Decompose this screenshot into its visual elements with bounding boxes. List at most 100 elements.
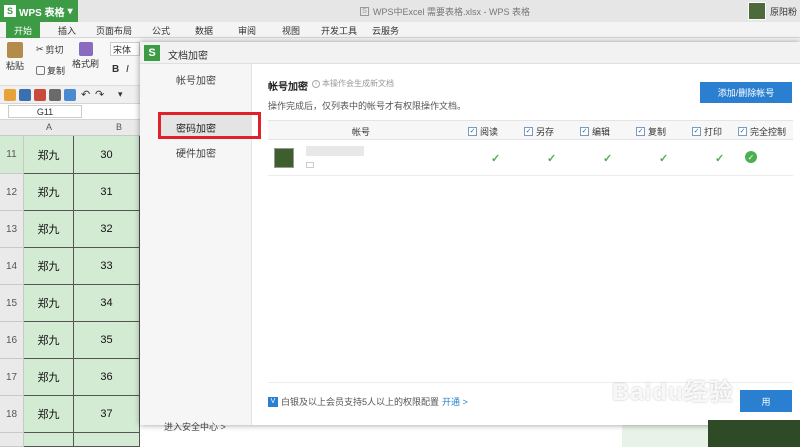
sidebar-item-account-encryption[interactable]: 帐号加密 bbox=[176, 72, 216, 87]
section-hint-text: 本操作会生成新文档 bbox=[322, 79, 394, 88]
document-encryption-dialog: S 文档加密 帐号加密 密码加密 硬件加密 进入安全中心 > 帐号加密 i 本操… bbox=[140, 42, 800, 432]
column-copy[interactable]: ✓ 复制 bbox=[636, 125, 666, 138]
undo-icon[interactable]: ↶ bbox=[81, 88, 90, 101]
read-check-icon[interactable]: ✓ bbox=[491, 152, 500, 165]
preview-icon[interactable] bbox=[64, 89, 76, 101]
column-b-header[interactable]: B bbox=[116, 122, 122, 132]
avatar[interactable] bbox=[748, 2, 766, 20]
row-header[interactable]: 15 bbox=[0, 285, 24, 322]
tab-cloud[interactable]: 云服务 bbox=[372, 24, 399, 37]
column-full-control-label: 完全控制 bbox=[750, 127, 787, 137]
row-header[interactable]: 13 bbox=[0, 211, 24, 248]
cell[interactable]: 30 bbox=[74, 136, 140, 174]
scissors-icon: ✂ bbox=[36, 44, 44, 54]
cell[interactable]: 34 bbox=[74, 285, 140, 322]
full-control-check-icon[interactable]: ✓ bbox=[745, 151, 757, 163]
edit-checkbox[interactable]: ✓ bbox=[580, 127, 589, 136]
bold-button[interactable]: B bbox=[112, 64, 119, 75]
cell[interactable] bbox=[24, 433, 74, 447]
save-icon[interactable] bbox=[19, 89, 31, 101]
cell[interactable]: 郑九 bbox=[24, 136, 74, 174]
user-area[interactable]: 原阳粉 bbox=[748, 2, 797, 20]
apply-button[interactable]: 用 bbox=[740, 390, 792, 412]
print-check-icon[interactable]: ✓ bbox=[715, 152, 724, 165]
row-header[interactable]: 17 bbox=[0, 359, 24, 396]
format-painter-label: 格式刷 bbox=[72, 59, 100, 69]
cell[interactable] bbox=[74, 433, 140, 447]
section-hint: i 本操作会生成新文档 bbox=[312, 78, 394, 89]
cell[interactable]: 郑九 bbox=[24, 211, 74, 248]
tab-insert[interactable]: 插入 bbox=[58, 24, 76, 37]
font-select[interactable]: 宋体 bbox=[110, 42, 140, 56]
cell-reference-box[interactable]: G11 bbox=[8, 105, 82, 118]
cell[interactable]: 郑九 bbox=[24, 174, 74, 211]
print-icon[interactable] bbox=[49, 89, 61, 101]
column-edit[interactable]: ✓ 编辑 bbox=[580, 125, 610, 138]
info-icon: i bbox=[312, 79, 320, 88]
column-full-control[interactable]: ✓ 完全控制 bbox=[738, 125, 786, 138]
cell[interactable]: 郑九 bbox=[24, 396, 74, 433]
tab-developer[interactable]: 开发工具 bbox=[321, 24, 357, 37]
copy-checkbox[interactable]: ✓ bbox=[636, 127, 645, 136]
copy-icon bbox=[36, 66, 45, 75]
cell[interactable]: 郑九 bbox=[24, 248, 74, 285]
cell[interactable]: 郑九 bbox=[24, 322, 74, 359]
column-read-label: 阅读 bbox=[480, 127, 499, 137]
print-checkbox[interactable]: ✓ bbox=[692, 127, 701, 136]
cell[interactable]: 35 bbox=[74, 322, 140, 359]
copy-label: 复制 bbox=[47, 66, 66, 76]
cut-button[interactable]: ✂ 剪切 bbox=[36, 43, 64, 56]
paste-button[interactable]: 粘贴 bbox=[6, 42, 24, 72]
customize-icon[interactable]: ▾ bbox=[118, 89, 123, 100]
row-header[interactable]: 16 bbox=[0, 322, 24, 359]
row-header[interactable] bbox=[0, 433, 24, 447]
tab-view[interactable]: 视图 bbox=[282, 24, 300, 37]
activate-link[interactable]: 开通 > bbox=[442, 395, 468, 408]
cut-label: 剪切 bbox=[45, 45, 64, 55]
full-control-checkbox[interactable]: ✓ bbox=[738, 127, 747, 136]
row-header[interactable]: 18 bbox=[0, 396, 24, 433]
column-a-header[interactable]: A bbox=[46, 122, 52, 132]
sidebar-item-hardware-encryption[interactable]: 硬件加密 bbox=[176, 145, 216, 160]
cell[interactable]: 32 bbox=[74, 211, 140, 248]
tab-data[interactable]: 数据 bbox=[195, 24, 213, 37]
cell[interactable]: 36 bbox=[74, 359, 140, 396]
add-remove-account-button[interactable]: 添加/删除帐号 bbox=[700, 82, 792, 103]
cell[interactable]: 37 bbox=[74, 396, 140, 433]
cell[interactable]: 郑九 bbox=[24, 359, 74, 396]
account-name-redacted bbox=[306, 146, 364, 156]
avatar bbox=[274, 148, 294, 168]
pdf-icon[interactable] bbox=[34, 89, 46, 101]
read-checkbox[interactable]: ✓ bbox=[468, 127, 477, 136]
tab-page-layout[interactable]: 页面布局 bbox=[96, 24, 132, 37]
copy-button[interactable]: 复制 bbox=[36, 64, 65, 77]
cell[interactable]: 郑九 bbox=[24, 285, 74, 322]
column-save-as[interactable]: ✓ 另存 bbox=[524, 125, 554, 138]
baidu-watermark: Baidu经验 bbox=[612, 379, 734, 406]
row-header[interactable]: 14 bbox=[0, 248, 24, 285]
row-header[interactable]: 12 bbox=[0, 174, 24, 211]
open-icon[interactable] bbox=[4, 89, 16, 101]
copy-check-icon[interactable]: ✓ bbox=[659, 152, 668, 165]
redo-icon[interactable]: ↷ bbox=[95, 88, 104, 101]
table-row[interactable]: ✓ ✓ ✓ ✓ ✓ ✓ bbox=[268, 140, 793, 176]
security-center-link[interactable]: 进入安全中心 > bbox=[164, 420, 226, 433]
highlight-box bbox=[158, 112, 261, 139]
tab-review[interactable]: 审阅 bbox=[238, 24, 256, 37]
edit-check-icon[interactable]: ✓ bbox=[603, 152, 612, 165]
doc-icon: S bbox=[360, 7, 369, 16]
cell[interactable]: 33 bbox=[74, 248, 140, 285]
paste-label: 粘贴 bbox=[6, 61, 25, 71]
row-header[interactable]: 11 bbox=[0, 136, 24, 174]
account-sub-redacted bbox=[306, 162, 314, 168]
column-read[interactable]: ✓ 阅读 bbox=[468, 125, 498, 138]
column-print[interactable]: ✓ 打印 bbox=[692, 125, 722, 138]
tab-home[interactable]: 开始 bbox=[6, 22, 40, 38]
app-menu-button[interactable]: S WPS 表格 ▾ bbox=[0, 0, 78, 22]
tab-formulas[interactable]: 公式 bbox=[152, 24, 170, 37]
format-painter-button[interactable]: 格式刷 bbox=[72, 42, 99, 70]
save-as-checkbox[interactable]: ✓ bbox=[524, 127, 533, 136]
cell[interactable]: 31 bbox=[74, 174, 140, 211]
italic-button[interactable]: I bbox=[126, 64, 129, 75]
save-as-check-icon[interactable]: ✓ bbox=[547, 152, 556, 165]
